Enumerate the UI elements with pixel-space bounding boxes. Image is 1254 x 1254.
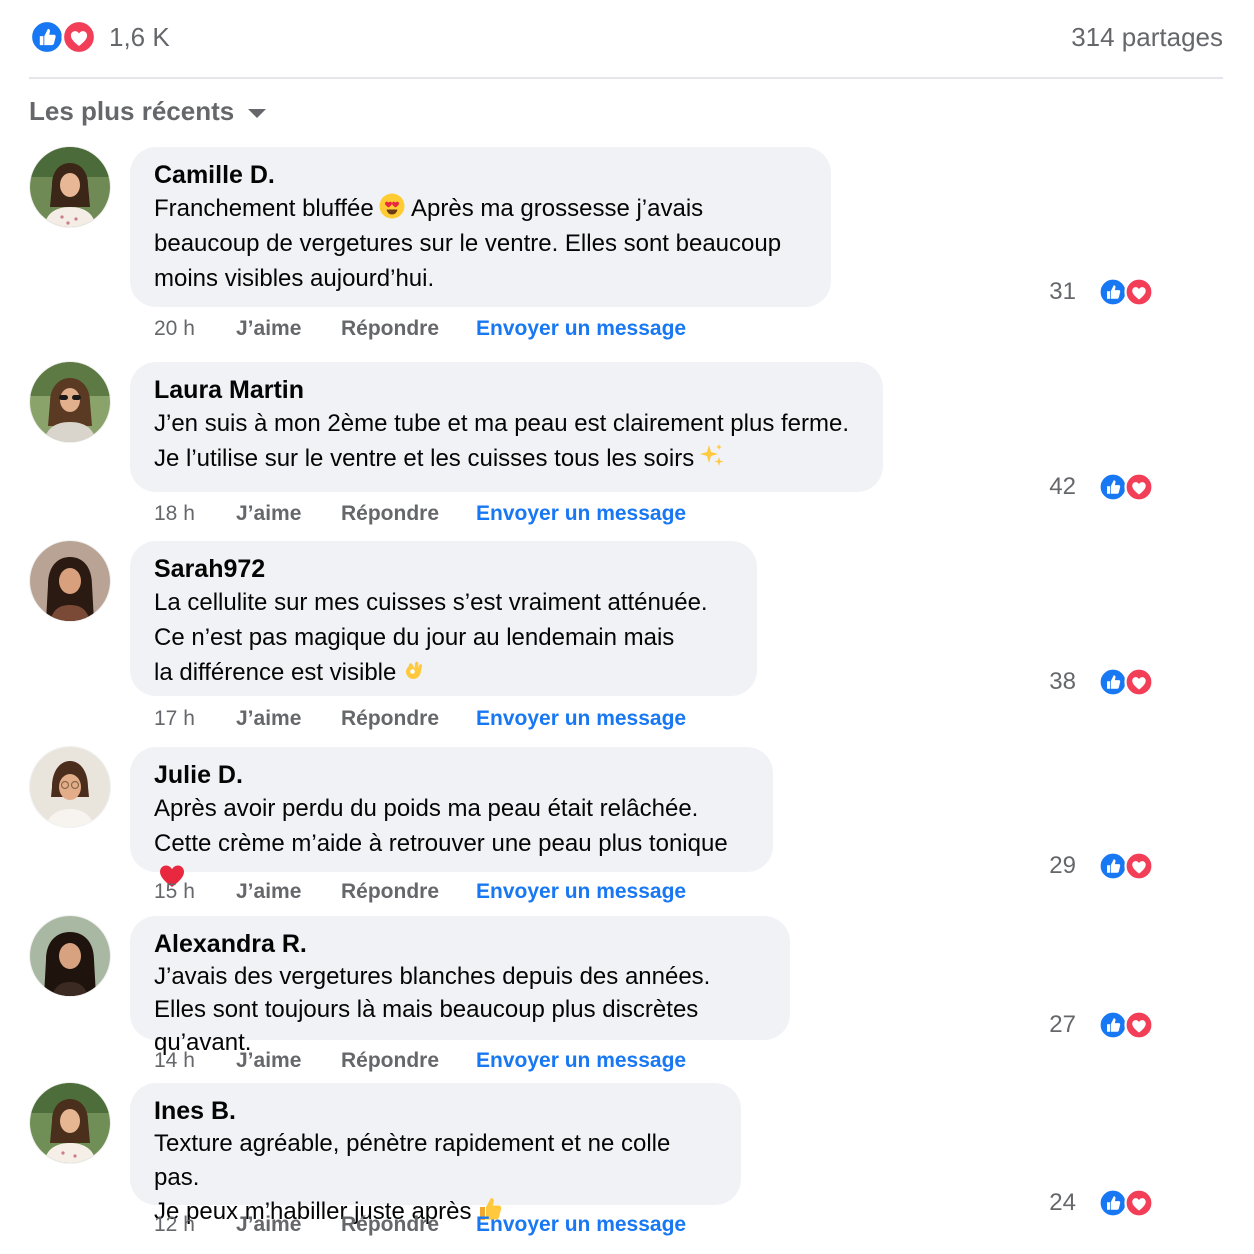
comment-bubble: Laura Martin J’en suis à mon 2ème tube e… xyxy=(130,362,883,492)
love-reaction-icon xyxy=(1124,667,1154,697)
divider xyxy=(29,77,1223,79)
reply-button[interactable]: Répondre xyxy=(341,707,476,731)
reactions-bar: 1,6 K 314 partages xyxy=(29,14,1223,60)
like-reaction-icon xyxy=(29,19,65,55)
comment-reactions[interactable]: 27 xyxy=(1049,1010,1154,1040)
love-reaction-icon xyxy=(1124,277,1154,307)
like-button[interactable]: J’aime xyxy=(236,502,341,526)
reaction-count: 38 xyxy=(1049,668,1076,695)
avatar[interactable] xyxy=(30,362,110,442)
avatar-photo xyxy=(30,916,110,996)
send-message-link[interactable]: Envoyer un message xyxy=(476,880,686,904)
comment-text-part: J’en suis à mon 2ème tube et ma peau est… xyxy=(154,410,850,472)
shares-count[interactable]: 314 partages xyxy=(1071,22,1223,53)
comment-text-part: Texture agréable, pénètre rapidement et … xyxy=(154,1130,671,1225)
reactions-count: 1,6 K xyxy=(109,21,170,52)
comment-author[interactable]: Camille D. xyxy=(154,159,807,191)
reply-button[interactable]: Répondre xyxy=(341,502,476,526)
comment-actions: 14 h J’aime Répondre Envoyer un message xyxy=(154,1049,686,1073)
love-reaction-icon xyxy=(1124,472,1154,502)
caret-down-icon xyxy=(248,108,267,118)
avatar[interactable] xyxy=(30,147,110,227)
love-reaction-icon xyxy=(61,19,97,55)
send-message-link[interactable]: Envoyer un message xyxy=(476,317,686,341)
comment-author[interactable]: Julie D. xyxy=(154,759,749,791)
comment-actions: 12 h J’aime Répondre Envoyer un message xyxy=(154,1213,686,1237)
comment-actions: 18 h J’aime Répondre Envoyer un message xyxy=(154,502,686,526)
avatar-photo xyxy=(30,147,110,227)
comment-text-part: Après avoir perdu du poids ma peau était… xyxy=(154,795,728,857)
like-button[interactable]: J’aime xyxy=(236,880,341,904)
reaction-count: 24 xyxy=(1049,1189,1076,1216)
heart-eyes-emoji xyxy=(379,193,405,219)
reaction-count: 27 xyxy=(1049,1011,1076,1038)
love-reaction-icon xyxy=(1124,851,1154,881)
avatar[interactable] xyxy=(30,541,110,621)
reply-button[interactable]: Répondre xyxy=(341,880,476,904)
reaction-count: 29 xyxy=(1049,852,1076,879)
comment-reactions[interactable]: 24 xyxy=(1049,1188,1154,1218)
comment-text: Franchement bluffée Après ma grossesse j… xyxy=(154,191,807,296)
love-reaction-icon xyxy=(1124,1188,1154,1218)
comment-author[interactable]: Alexandra R. xyxy=(154,928,766,960)
comment-text-part: Franchement bluffée xyxy=(154,195,374,222)
sort-label: Les plus récents xyxy=(29,95,235,126)
comment-actions: 15 h J’aime Répondre Envoyer un message xyxy=(154,880,686,904)
sparkles-emoji xyxy=(700,444,724,466)
avatar[interactable] xyxy=(30,1083,110,1163)
send-message-link[interactable]: Envoyer un message xyxy=(476,707,686,731)
comment-time[interactable]: 15 h xyxy=(154,880,236,904)
reaction-count: 42 xyxy=(1049,473,1076,500)
avatar-photo xyxy=(30,541,110,621)
comment-reactions[interactable]: 29 xyxy=(1049,851,1154,881)
comment-text: J’avais des vergetures blanches depuis d… xyxy=(154,960,766,1059)
comment-author[interactable]: Laura Martin xyxy=(154,374,859,406)
comment-reactions[interactable]: 42 xyxy=(1049,472,1154,502)
sort-dropdown[interactable]: Les plus récents xyxy=(29,94,267,128)
reactions-summary[interactable]: 1,6 K xyxy=(29,19,170,55)
love-reaction-icon xyxy=(1124,1010,1154,1040)
comment-text: La cellulite sur mes cuisses s’est vraim… xyxy=(154,585,733,690)
ok-hand-emoji xyxy=(406,661,423,679)
comment-time[interactable]: 17 h xyxy=(154,707,236,731)
comment-bubble: Camille D. Franchement bluffée Après ma … xyxy=(130,147,831,307)
comment-time[interactable]: 14 h xyxy=(154,1049,236,1073)
avatar[interactable] xyxy=(30,747,110,827)
send-message-link[interactable]: Envoyer un message xyxy=(476,1213,686,1237)
reaction-icons xyxy=(29,19,97,55)
comment-text-part: J’avais des vergetures blanches depuis d… xyxy=(154,963,711,1056)
like-button[interactable]: J’aime xyxy=(236,707,341,731)
reply-button[interactable]: Répondre xyxy=(341,317,476,341)
comment-text-part: La cellulite sur mes cuisses s’est vraim… xyxy=(154,589,708,686)
send-message-link[interactable]: Envoyer un message xyxy=(476,502,686,526)
avatar-photo xyxy=(30,1083,110,1163)
send-message-link[interactable]: Envoyer un message xyxy=(476,1049,686,1073)
reply-button[interactable]: Répondre xyxy=(341,1049,476,1073)
comment-bubble: Sarah972 La cellulite sur mes cuisses s’… xyxy=(130,541,757,696)
comment-reactions[interactable]: 31 xyxy=(1049,277,1154,307)
comment-bubble: Ines B. Texture agréable, pénètre rapide… xyxy=(130,1083,741,1225)
comment-actions: 20 h J’aime Répondre Envoyer un message xyxy=(154,317,686,341)
avatar-photo xyxy=(30,747,110,827)
reply-button[interactable]: Répondre xyxy=(341,1213,476,1237)
avatar[interactable] xyxy=(30,916,110,996)
comment-time[interactable]: 12 h xyxy=(154,1213,236,1237)
comments-panel: 1,6 K 314 partages Les plus récents Cami… xyxy=(0,0,1254,1254)
comment-bubble: Alexandra R. J’avais des vergetures blan… xyxy=(130,916,790,1056)
comment-time[interactable]: 18 h xyxy=(154,502,236,526)
comment-reactions[interactable]: 38 xyxy=(1049,667,1154,697)
comment-actions: 17 h J’aime Répondre Envoyer un message xyxy=(154,707,686,731)
like-button[interactable]: J’aime xyxy=(236,317,341,341)
comment-bubble: Julie D. Après avoir perdu du poids ma p… xyxy=(130,747,773,887)
comment-text: J’en suis à mon 2ème tube et ma peau est… xyxy=(154,406,859,476)
comment-author[interactable]: Sarah972 xyxy=(154,553,733,585)
reaction-count: 31 xyxy=(1049,278,1076,305)
comment-author[interactable]: Ines B. xyxy=(154,1095,717,1127)
avatar-photo xyxy=(30,362,110,442)
like-button[interactable]: J’aime xyxy=(236,1049,341,1073)
comment-time[interactable]: 20 h xyxy=(154,317,236,341)
like-button[interactable]: J’aime xyxy=(236,1213,341,1237)
